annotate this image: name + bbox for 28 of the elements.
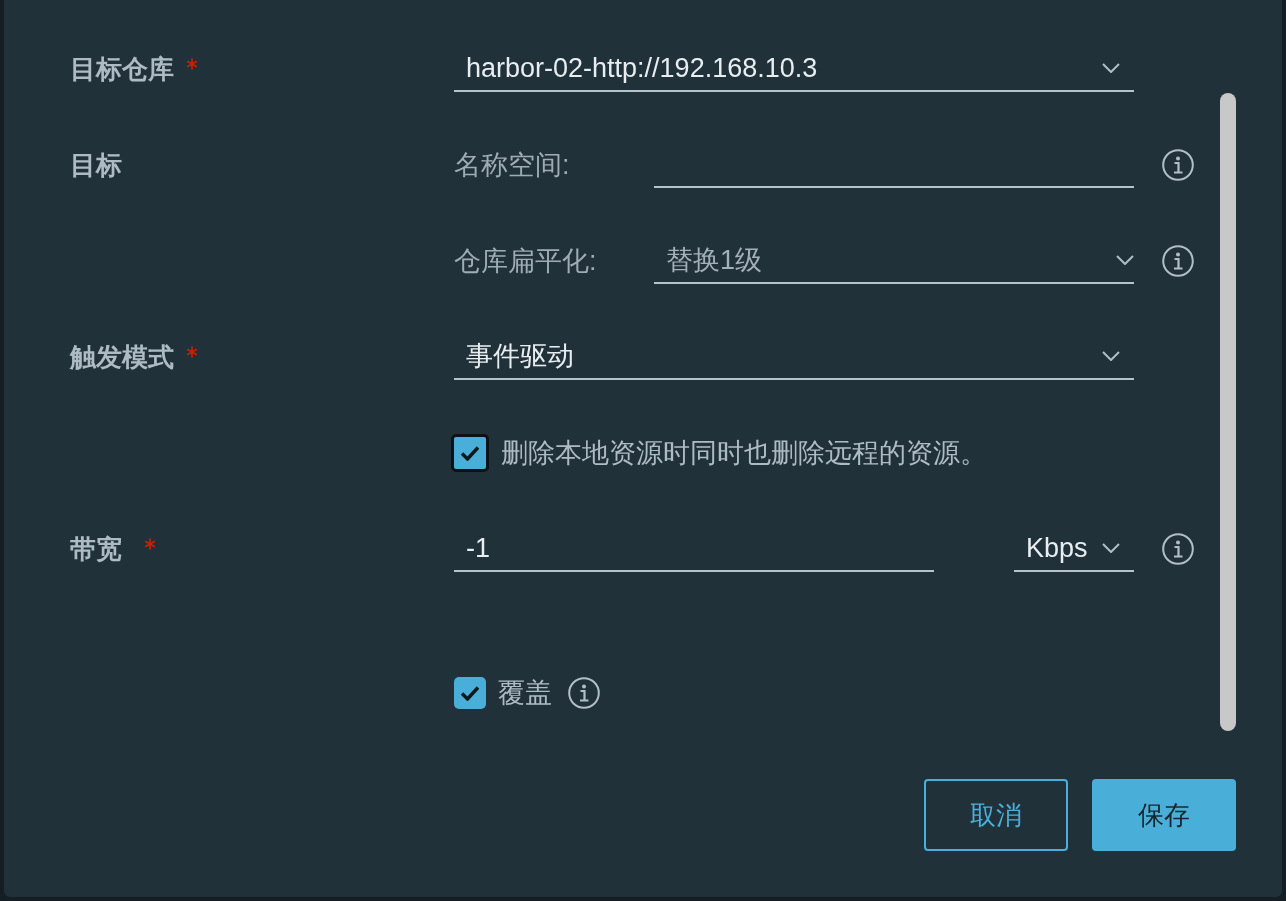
info-icon[interactable]	[1162, 245, 1194, 277]
save-button[interactable]: 保存	[1092, 779, 1236, 851]
checkbox[interactable]	[454, 677, 486, 709]
field-label: 触发模式	[70, 340, 174, 374]
chevron-down-icon	[1102, 63, 1120, 73]
text-input[interactable]: -1	[454, 526, 934, 572]
dropdown-select[interactable]: 替换1级	[654, 238, 1134, 284]
check-icon	[460, 445, 480, 461]
dropdown-select[interactable]: Kbps	[1014, 526, 1134, 572]
chevron-down-icon	[1102, 351, 1120, 361]
field-label: 仓库扁平化:	[454, 245, 597, 278]
field-label: 目标	[70, 148, 122, 182]
checkbox[interactable]	[451, 434, 489, 472]
chevron-down-icon	[1102, 543, 1120, 553]
checkbox-label: 覆盖	[498, 677, 552, 710]
info-icon[interactable]	[1162, 533, 1194, 565]
field-label: 名称空间:	[454, 149, 570, 182]
dropdown-select[interactable]: 事件驱动	[454, 334, 1134, 380]
info-icon[interactable]	[568, 677, 600, 709]
cancel-button[interactable]: 取消	[924, 779, 1068, 851]
scrollbar-thumb[interactable]	[1220, 93, 1236, 731]
check-icon	[460, 685, 480, 701]
chevron-down-icon	[1116, 255, 1134, 265]
field-label: 带宽	[70, 532, 122, 566]
field-label: 目标仓库	[70, 52, 174, 86]
dropdown-select[interactable]: harbor-02-http://192.168.10.3	[454, 46, 1134, 92]
info-icon[interactable]	[1162, 149, 1194, 181]
checkbox-label: 删除本地资源时同时也删除远程的资源。	[501, 437, 987, 470]
